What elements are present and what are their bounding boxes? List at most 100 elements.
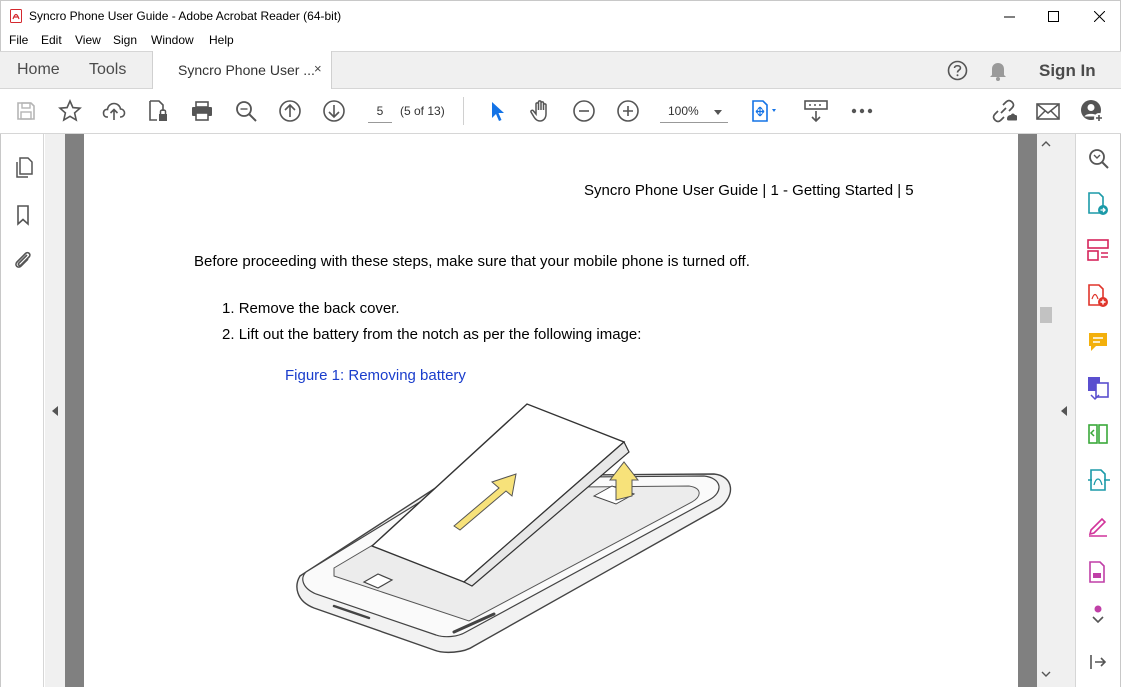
organize-pages-tool[interactable]	[1086, 238, 1110, 262]
list-number: 1.	[222, 300, 235, 317]
share-link-button[interactable]	[991, 98, 1017, 124]
compare-files-icon	[1088, 424, 1108, 444]
more-tools-pane-button[interactable]	[1086, 604, 1110, 628]
toolbar: 5 (5 of 13) 100%	[0, 89, 1121, 134]
protect-icon	[149, 100, 167, 121]
paperclip-icon	[15, 251, 31, 268]
toolbar-divider	[463, 97, 464, 125]
menu-sign[interactable]: Sign	[113, 33, 137, 47]
notification-bell-icon[interactable]	[988, 60, 1008, 82]
fill-sign-icon	[1088, 517, 1107, 537]
tab-document-label: Syncro Phone User ...	[178, 62, 315, 78]
print-button[interactable]	[189, 98, 215, 124]
menu-file[interactable]: File	[9, 33, 28, 47]
tab-document[interactable]: Syncro Phone User ... ×	[152, 51, 332, 90]
save-icon	[17, 102, 35, 120]
acrobat-app-icon	[10, 9, 22, 23]
fill-sign-tool[interactable]	[1086, 514, 1110, 538]
fit-page-icon	[752, 100, 776, 122]
next-page-button[interactable]	[321, 98, 347, 124]
help-icon[interactable]	[947, 60, 968, 81]
export-pdf-tool[interactable]	[1086, 192, 1110, 216]
zoom-value: 100%	[668, 104, 699, 118]
scroll-up-icon[interactable]	[1041, 140, 1051, 148]
comment-icon	[1089, 333, 1107, 351]
search-tools-icon	[1089, 149, 1109, 169]
bookmark-star-icon	[58, 99, 82, 122]
edit-pdf-tool[interactable]	[1086, 468, 1110, 492]
compare-files-tool[interactable]	[1086, 422, 1110, 446]
export-pdf-icon	[1088, 192, 1108, 215]
list-item: 1. Remove the back cover.	[222, 300, 400, 317]
more-icon	[851, 108, 873, 114]
find-button[interactable]	[233, 98, 259, 124]
comment-tool[interactable]	[1086, 330, 1110, 354]
title-bar: Syncro Phone User Guide - Adobe Acrobat …	[0, 0, 1121, 31]
window-title: Syncro Phone User Guide - Adobe Acrobat …	[29, 9, 342, 23]
combine-files-tool[interactable]	[1086, 376, 1110, 401]
tab-home[interactable]: Home	[17, 61, 60, 79]
list-text: Lift out the battery from the notch as p…	[238, 326, 642, 343]
collapse-right-icon	[1061, 406, 1067, 416]
menu-view[interactable]: View	[75, 33, 101, 47]
maximize-button[interactable]	[1030, 1, 1076, 32]
combine-files-icon	[1088, 377, 1109, 401]
page-number-input[interactable]: 5	[368, 101, 392, 123]
attachments-button[interactable]	[12, 249, 34, 271]
protect-pdf-tool[interactable]	[1086, 560, 1110, 584]
zoom-select[interactable]: 100%	[660, 101, 728, 123]
scroll-down-icon[interactable]	[1041, 670, 1051, 678]
tab-bar: Home Tools Syncro Phone User ... × Sign …	[0, 51, 1121, 90]
hand-icon	[530, 100, 547, 122]
select-tool-button[interactable]	[483, 98, 509, 124]
zoom-in-button[interactable]	[615, 98, 641, 124]
zoom-in-icon	[617, 100, 639, 122]
fit-page-button[interactable]	[750, 98, 784, 124]
right-pane-toggle[interactable]	[1055, 134, 1075, 687]
prev-page-button[interactable]	[277, 98, 303, 124]
zoom-out-button[interactable]	[571, 98, 597, 124]
vertical-scrollbar[interactable]	[1037, 134, 1055, 687]
minimize-button[interactable]	[986, 1, 1032, 32]
search-tools-button[interactable]	[1086, 146, 1110, 170]
find-icon	[236, 101, 257, 122]
print-icon	[192, 101, 212, 121]
upload-icon	[102, 102, 126, 120]
page-thumbnails-icon	[16, 157, 33, 178]
menu-help[interactable]: Help	[209, 33, 234, 47]
edit-pdf-icon	[1088, 469, 1110, 491]
list-item: 2. Lift out the battery from the notch a…	[222, 326, 641, 343]
read-mode-button[interactable]	[803, 98, 829, 124]
left-pane-toggle[interactable]	[45, 134, 65, 687]
battery-removal-illustration	[296, 403, 732, 654]
organize-pages-icon	[1087, 239, 1109, 261]
tab-tools[interactable]: Tools	[89, 61, 126, 79]
tab-close-button[interactable]: ×	[314, 61, 322, 76]
zoom-out-icon	[573, 100, 595, 122]
menu-edit[interactable]: Edit	[41, 33, 62, 47]
scrollbar-thumb[interactable]	[1040, 307, 1052, 323]
add-user-button[interactable]	[1079, 98, 1105, 124]
page-thumbnails-button[interactable]	[12, 156, 34, 178]
sign-in-button[interactable]: Sign In	[1039, 61, 1096, 81]
email-button[interactable]	[1035, 98, 1061, 124]
figure-caption: Figure 1: Removing battery	[285, 367, 466, 384]
upload-button[interactable]	[101, 98, 127, 124]
collapse-left-icon	[52, 406, 58, 416]
bookmarks-button[interactable]	[12, 204, 34, 226]
protect-pdf-icon	[1089, 561, 1105, 583]
bookmark-star-button[interactable]	[57, 98, 83, 124]
protect-button[interactable]	[145, 98, 171, 124]
prev-page-icon	[279, 100, 301, 122]
create-pdf-tool[interactable]	[1086, 284, 1110, 308]
collapse-tools-pane-button[interactable]	[1086, 650, 1110, 674]
list-text: Remove the back cover.	[238, 300, 400, 317]
more-tools-button[interactable]	[849, 98, 875, 124]
hand-tool-button[interactable]	[527, 98, 553, 124]
menu-window[interactable]: Window	[151, 33, 194, 47]
save-button[interactable]	[13, 98, 39, 124]
close-window-button[interactable]	[1076, 1, 1121, 32]
close-icon	[1093, 11, 1105, 22]
right-tools-pane	[1075, 134, 1121, 687]
document-viewer[interactable]: Syncro Phone User Guide | 1 - Getting St…	[65, 134, 1037, 687]
